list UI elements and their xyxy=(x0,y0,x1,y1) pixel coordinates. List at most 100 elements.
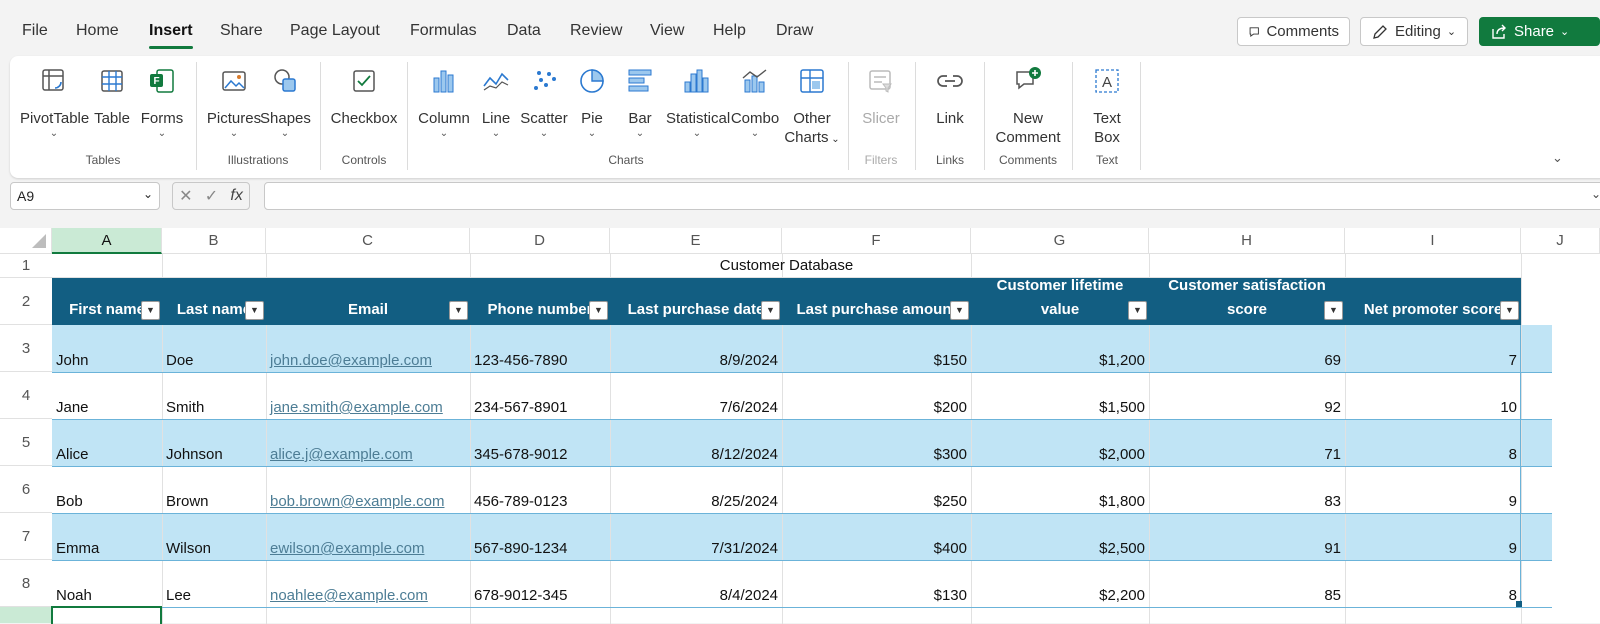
cell-last-purchase-date[interactable]: 8/12/2024 xyxy=(610,419,782,466)
cell-last-name[interactable]: Smith xyxy=(162,372,266,419)
cell-customer-lifetime-value[interactable]: $2,000 xyxy=(971,419,1149,466)
other-charts-button[interactable]: Other Charts ⌄ xyxy=(784,66,840,149)
cell-first-name[interactable]: Bob xyxy=(52,466,162,513)
tab-review[interactable]: Review xyxy=(570,22,622,40)
tab-share[interactable]: Share xyxy=(220,22,263,40)
share-button[interactable]: Share ⌄ xyxy=(1479,17,1600,46)
cell-net-promoter-score[interactable]: 7 xyxy=(1345,325,1521,372)
column-header-a[interactable]: A xyxy=(52,228,162,254)
header-last-purchase-date[interactable]: Last purchase date xyxy=(610,278,782,325)
cell-customer-satisfaction-score[interactable]: 71 xyxy=(1149,419,1345,466)
cell-phone[interactable]: 678-9012-345 xyxy=(470,560,610,607)
cell-last-purchase-date[interactable]: 7/6/2024 xyxy=(610,372,782,419)
filter-dropdown-last-purchase-date[interactable]: ▼ xyxy=(761,301,780,320)
chevron-down-icon[interactable]: ⌄ xyxy=(1591,187,1600,201)
cell-last-name[interactable]: Lee xyxy=(162,560,266,607)
cell-phone[interactable]: 123-456-7890 xyxy=(470,325,610,372)
cell-last-purchase-amount[interactable]: $300 xyxy=(782,419,971,466)
sheet-title[interactable]: Customer Database xyxy=(52,254,1521,278)
statistical-chart-button[interactable]: Statistical ⌄ xyxy=(666,66,730,140)
row-header-8[interactable]: 8 xyxy=(0,560,52,607)
cell-net-promoter-score[interactable]: 9 xyxy=(1345,466,1521,513)
column-header-c[interactable]: C xyxy=(266,228,470,254)
filter-dropdown-last-name[interactable]: ▼ xyxy=(245,301,264,320)
cell-first-name[interactable]: Alice xyxy=(52,419,162,466)
cell-last-purchase-amount[interactable]: $150 xyxy=(782,325,971,372)
cell-last-purchase-date[interactable]: 8/9/2024 xyxy=(610,325,782,372)
cell-customer-satisfaction-score[interactable]: 85 xyxy=(1149,560,1345,607)
line-chart-button[interactable]: Line ⌄ xyxy=(476,66,516,140)
scatter-chart-button[interactable]: Scatter ⌄ xyxy=(518,66,570,140)
cell-last-name[interactable]: Johnson xyxy=(162,419,266,466)
column-header-b[interactable]: B xyxy=(162,228,266,254)
cell-customer-satisfaction-score[interactable]: 91 xyxy=(1149,513,1345,560)
header-last-purchase-amount[interactable]: Last purchase amount xyxy=(782,278,971,325)
column-chart-button[interactable]: Column ⌄ xyxy=(414,66,474,140)
cell-phone[interactable]: 456-789-0123 xyxy=(470,466,610,513)
cell-last-purchase-date[interactable]: 7/31/2024 xyxy=(610,513,782,560)
pivottable-button[interactable]: PivotTable ⌄ xyxy=(20,66,89,140)
column-header-d[interactable]: D xyxy=(470,228,610,254)
filter-dropdown-email[interactable]: ▼ xyxy=(449,301,468,320)
row-header-9[interactable] xyxy=(0,607,52,623)
pictures-button[interactable]: Pictures ⌄ xyxy=(206,66,262,140)
row-header-7[interactable]: 7 xyxy=(0,513,52,560)
cell-first-name[interactable]: Jane xyxy=(52,372,162,419)
comments-button[interactable]: Comments xyxy=(1237,17,1350,46)
filter-dropdown-net-promoter-score[interactable]: ▼ xyxy=(1500,301,1519,320)
check-icon[interactable]: ✓ xyxy=(205,186,218,206)
cell-last-purchase-amount[interactable]: $130 xyxy=(782,560,971,607)
cell-customer-lifetime-value[interactable]: $1,500 xyxy=(971,372,1149,419)
filter-dropdown-first-name[interactable]: ▼ xyxy=(141,301,160,320)
table-button[interactable]: Table xyxy=(92,66,132,128)
cell-customer-lifetime-value[interactable]: $2,500 xyxy=(971,513,1149,560)
cell-last-name[interactable]: Doe xyxy=(162,325,266,372)
shapes-button[interactable]: Shapes ⌄ xyxy=(260,66,311,140)
cell-net-promoter-score[interactable]: 8 xyxy=(1345,560,1521,607)
row-header-5[interactable]: 5 xyxy=(0,419,52,466)
header-email[interactable]: Email xyxy=(266,278,470,325)
chevron-down-icon[interactable]: ⌄ xyxy=(143,187,153,201)
header-customer-satisfaction-score[interactable]: Customer satisfaction score xyxy=(1149,278,1345,325)
cell-email-link[interactable]: ewilson@example.com xyxy=(266,513,470,560)
cell-email-link[interactable]: jane.smith@example.com xyxy=(266,372,470,419)
cell-customer-lifetime-value[interactable]: $1,800 xyxy=(971,466,1149,513)
cell-last-purchase-date[interactable]: 8/25/2024 xyxy=(610,466,782,513)
cell-customer-satisfaction-score[interactable]: 69 xyxy=(1149,325,1345,372)
filter-dropdown-customer-satisfaction-score[interactable]: ▼ xyxy=(1324,301,1343,320)
filter-dropdown-last-purchase-amount[interactable]: ▼ xyxy=(950,301,969,320)
cell-net-promoter-score[interactable]: 10 xyxy=(1345,372,1521,419)
bar-chart-button[interactable]: Bar ⌄ xyxy=(622,66,658,140)
cell-first-name[interactable]: John xyxy=(52,325,162,372)
forms-button[interactable]: F Forms ⌄ xyxy=(138,66,186,140)
tab-file[interactable]: File xyxy=(22,22,48,40)
pie-chart-button[interactable]: Pie ⌄ xyxy=(574,66,610,140)
column-header-h[interactable]: H xyxy=(1149,228,1345,254)
cell-phone[interactable]: 234-567-8901 xyxy=(470,372,610,419)
cell-customer-satisfaction-score[interactable]: 83 xyxy=(1149,466,1345,513)
header-net-promoter-score[interactable]: Net promoter score xyxy=(1345,278,1521,325)
column-header-j[interactable]: J xyxy=(1521,228,1600,254)
cell-customer-satisfaction-score[interactable]: 92 xyxy=(1149,372,1345,419)
row-header-6[interactable]: 6 xyxy=(0,466,52,513)
cell-email-link[interactable]: bob.brown@example.com xyxy=(266,466,470,513)
filter-dropdown-customer-lifetime-value[interactable]: ▼ xyxy=(1128,301,1147,320)
cell-net-promoter-score[interactable]: 8 xyxy=(1345,419,1521,466)
cell-first-name[interactable]: Noah xyxy=(52,560,162,607)
cell-email-link[interactable]: john.doe@example.com xyxy=(266,325,470,372)
tab-help[interactable]: Help xyxy=(713,22,746,40)
select-all-corner[interactable] xyxy=(0,228,52,254)
fx-icon[interactable]: fx xyxy=(230,187,242,205)
slicer-button[interactable]: Slicer xyxy=(856,66,906,128)
row-header-4[interactable]: 4 xyxy=(0,372,52,419)
cell-customer-lifetime-value[interactable]: $2,200 xyxy=(971,560,1149,607)
cancel-icon[interactable]: ✕ xyxy=(179,186,192,206)
cell-phone[interactable]: 345-678-9012 xyxy=(470,419,610,466)
tab-page-layout[interactable]: Page Layout xyxy=(290,22,380,40)
cell-email-link[interactable]: alice.j@example.com xyxy=(266,419,470,466)
tab-home[interactable]: Home xyxy=(76,22,119,40)
text-box-button[interactable]: A Text Box xyxy=(1082,66,1132,147)
cell-customer-lifetime-value[interactable]: $1,200 xyxy=(971,325,1149,372)
cell-phone[interactable]: 567-890-1234 xyxy=(470,513,610,560)
row-header-2[interactable]: 2 xyxy=(0,278,52,325)
